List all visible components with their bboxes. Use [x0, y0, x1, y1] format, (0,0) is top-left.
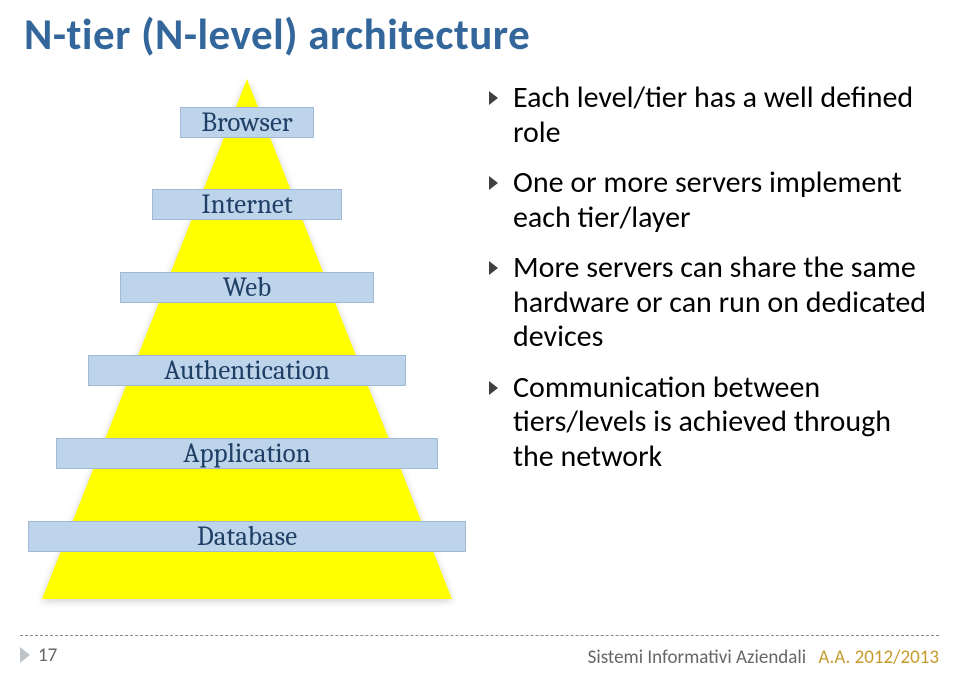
layer-web: Web	[120, 272, 374, 303]
layer-internet: Internet	[152, 189, 342, 220]
bullet-list: Each level/tier has a well defined role …	[475, 73, 939, 618]
footer-source: Sistemi Informativi Aziendali	[588, 646, 806, 669]
layer-authentication: Authentication	[88, 355, 406, 386]
bullet-4: Communication between tiers/levels is ac…	[489, 371, 929, 475]
layer-browser: Browser	[180, 107, 314, 138]
layer-application: Application	[56, 438, 438, 469]
slide-footer: 17 Sistemi Informativi Aziendali A.A. 20…	[20, 635, 939, 670]
layer-database: Database	[28, 521, 466, 552]
page-number: 17	[38, 644, 57, 667]
bullet-2: One or more servers implement each tier/…	[489, 166, 929, 235]
bullet-3: More servers can share the same hardware…	[489, 251, 929, 355]
bullet-1: Each level/tier has a well defined role	[489, 81, 929, 150]
footer-arrow-icon	[20, 647, 30, 663]
page-title: N-tier (N-level) architecture	[24, 8, 939, 61]
footer-year: A.A. 2012/2013	[818, 646, 939, 669]
pyramid-diagram: Browser Internet Web Authentication Appl…	[20, 73, 475, 613]
